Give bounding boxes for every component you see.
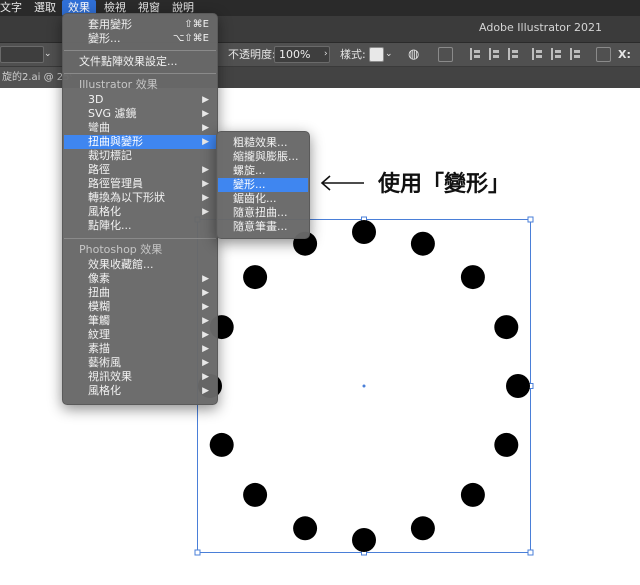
dot (243, 482, 268, 507)
dot (494, 432, 519, 457)
chevron-right-icon: ▶ (202, 193, 209, 203)
chevron-right-icon: ▶ (202, 137, 209, 147)
dot (209, 432, 234, 457)
menu-item-blur[interactable]: 模糊 ▶ (64, 300, 216, 314)
dot (352, 220, 376, 244)
chevron-right-icon: ▶ (202, 288, 209, 298)
align-top-icon[interactable] (532, 48, 547, 60)
menu-select[interactable]: 選取 (28, 0, 62, 16)
handle-bottom-right (527, 549, 534, 556)
style-dropdown-icon[interactable]: ⌄ (385, 43, 393, 66)
menu-item-video[interactable]: 視訊效果 ▶ (64, 370, 216, 384)
chevron-right-icon: ▶ (202, 179, 209, 189)
opacity-input[interactable]: 100% (274, 46, 330, 63)
menu-item-brush-strokes[interactable]: 筆觸 ▶ (64, 314, 216, 328)
chevron-right-icon: ▶ (202, 386, 209, 396)
menu-separator (64, 50, 216, 51)
chevron-right-icon: ▶ (202, 165, 209, 175)
submenu-item-pucker-bloat[interactable]: 縮攏與膨脹... (218, 150, 308, 164)
arrow-left-icon (320, 175, 364, 191)
submenu-item-zig-zag[interactable]: 鋸齒化... (218, 192, 308, 206)
menu-item-texture[interactable]: 紋理 ▶ (64, 328, 216, 342)
style-swatch[interactable] (369, 47, 384, 62)
menu-item-raster-settings[interactable]: 文件點陣效果設定... (64, 55, 216, 69)
align-bottom-icon[interactable] (570, 48, 585, 60)
menu-separator (64, 238, 216, 239)
stroke-weight-field[interactable] (0, 46, 44, 63)
dot (494, 315, 519, 340)
section-header-photoshop: Photoshop 效果 (79, 243, 163, 256)
submenu-item-roughen[interactable]: 粗糙效果... (218, 136, 308, 150)
submenu-item-transform[interactable]: 變形... (218, 178, 308, 192)
app-title: Adobe Illustrator 2021 (479, 21, 602, 34)
chevron-right-icon: ▶ (202, 372, 209, 382)
menu-item-apply-transform[interactable]: 套用變形 ⇧⌘E (64, 18, 216, 32)
transform-icon[interactable] (438, 47, 453, 62)
align-left-icon[interactable] (470, 48, 485, 60)
annotation-text: 使用「變形」 (378, 172, 511, 197)
chevron-right-icon: ▶ (202, 109, 209, 119)
dot (243, 265, 268, 290)
section-header-illustrator: Illustrator 效果 (79, 78, 158, 91)
menu-item-path[interactable]: 路徑 ▶ (64, 163, 216, 177)
menu-separator (64, 73, 216, 74)
opacity-label: 不透明度: (228, 48, 276, 61)
align-center-icon[interactable] (489, 48, 504, 60)
chevron-right-icon: ▶ (202, 123, 209, 133)
chevron-right-icon: ▶ (202, 330, 209, 340)
menu-text[interactable]: 文字 (0, 0, 28, 16)
effects-menu: 套用變形 ⇧⌘E 變形... ⌥⇧⌘E 文件點陣效果設定... Illustra… (62, 13, 218, 405)
chevron-right-icon: ▶ (202, 207, 209, 217)
submenu-item-twist[interactable]: 螺旋... (218, 164, 308, 178)
dot (506, 374, 530, 398)
menu-item-pixelate[interactable]: 像素 ▶ (64, 272, 216, 286)
handle-top-right (527, 216, 534, 223)
distort-transform-submenu: 粗糙效果... 縮攏與膨脹... 螺旋... 變形... 鋸齒化... 隨意扭曲… (216, 131, 310, 239)
menu-item-warp[interactable]: 彎曲 ▶ (64, 121, 216, 135)
chevron-right-icon: ▶ (202, 95, 209, 105)
dot (460, 265, 485, 290)
chevron-right-icon: ▶ (202, 344, 209, 354)
x-label: X: (618, 48, 631, 61)
menu-item-rasterize[interactable]: 點陣化... (64, 219, 216, 233)
chevron-right-icon: ▶ (202, 358, 209, 368)
dropdown-chevron-icon[interactable]: ⌄ (44, 43, 52, 66)
menu-item-distort[interactable]: 扭曲 ▶ (64, 286, 216, 300)
globe-icon[interactable]: ◍ (408, 43, 419, 66)
submenu-item-free-distort[interactable]: 隨意扭曲... (218, 206, 308, 220)
dot (352, 528, 376, 552)
reference-point-icon[interactable] (596, 47, 611, 62)
style-label: 樣式: (340, 48, 366, 61)
menu-item-ps-stylize[interactable]: 風格化 ▶ (64, 384, 216, 398)
align-middle-icon[interactable] (551, 48, 566, 60)
dot (410, 516, 435, 541)
menu-item-crop-marks[interactable]: 裁切標記 (64, 149, 216, 163)
handle-bottom-left (194, 549, 201, 556)
menu-item-distort-transform[interactable]: 扭曲與變形 ▶ (64, 135, 216, 149)
menu-item-svg-filters[interactable]: SVG 濾鏡 ▶ (64, 107, 216, 121)
menu-item-artistic[interactable]: 藝術風 ▶ (64, 356, 216, 370)
opacity-dropdown-icon[interactable]: › (324, 43, 328, 66)
menu-item-3d[interactable]: 3D ▶ (64, 93, 216, 107)
menu-item-sketch[interactable]: 素描 ▶ (64, 342, 216, 356)
chevron-right-icon: ▶ (202, 274, 209, 284)
align-right-icon[interactable] (508, 48, 523, 60)
dot (293, 516, 318, 541)
menu-item-stylize[interactable]: 風格化 ▶ (64, 205, 216, 219)
submenu-item-freehand-stroke[interactable]: 隨意筆畫... (218, 220, 308, 234)
chevron-right-icon: ▶ (202, 316, 209, 326)
dot (410, 231, 435, 256)
menu-item-transform[interactable]: 變形... ⌥⇧⌘E (64, 32, 216, 46)
center-point (362, 384, 366, 388)
menu-item-pathfinder[interactable]: 路徑管理員 ▶ (64, 177, 216, 191)
menu-item-convert-to-shape[interactable]: 轉換為以下形狀 ▶ (64, 191, 216, 205)
chevron-right-icon: ▶ (202, 302, 209, 312)
menu-item-effect-gallery[interactable]: 效果收藏館... (64, 258, 216, 272)
dot (460, 482, 485, 507)
